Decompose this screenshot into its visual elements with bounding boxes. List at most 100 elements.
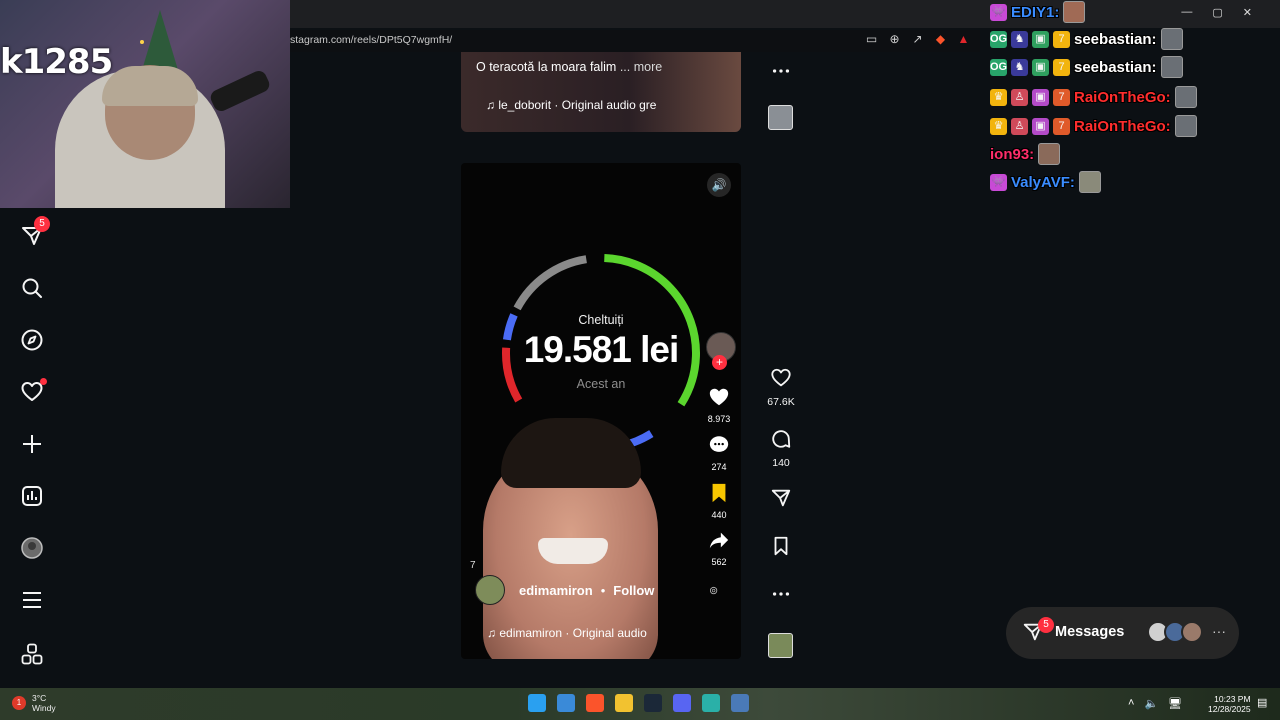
- brave-browser-icon[interactable]: [586, 694, 604, 712]
- clock-date: 12/28/2025: [1208, 704, 1251, 714]
- inner-follow-plus: +: [712, 355, 727, 370]
- sidebar-item-also-from-meta[interactable]: [20, 642, 48, 670]
- system-clock[interactable]: 10:23 PM 12/28/2025: [1208, 694, 1251, 714]
- sidebar-nav: 5: [0, 208, 68, 688]
- browser-icon[interactable]: [702, 694, 720, 712]
- messages-button[interactable]: 5 Messages ···: [1006, 607, 1239, 659]
- share-button[interactable]: [764, 487, 798, 514]
- sub-badge-icon: 7: [1053, 30, 1070, 48]
- more-options-button[interactable]: [764, 583, 798, 610]
- sidebar-item-direct-messages[interactable]: 5: [20, 216, 50, 252]
- more-options-top[interactable]: [764, 60, 798, 87]
- sidebar-item-more[interactable]: [20, 588, 48, 616]
- sidebar-item-explore[interactable]: [20, 328, 48, 356]
- gift-badge-icon: ▣: [1032, 88, 1049, 106]
- music-disc-icon: ⊚: [709, 585, 719, 597]
- gift-badge-icon: ▣: [1032, 117, 1049, 135]
- reader-mode-icon[interactable]: ▭: [864, 32, 879, 47]
- browser-toolbar-icons: ▭ ⊕ ↗ ◆ ▲: [864, 32, 971, 47]
- task-view-icon[interactable]: [557, 694, 575, 712]
- temperature: 3°C: [32, 693, 47, 703]
- maximize-button[interactable]: ▢: [1212, 6, 1222, 19]
- audio-thumbnail[interactable]: [768, 633, 793, 658]
- bookmark-icon: [774, 536, 788, 556]
- speaker-icon[interactable]: 🔈: [1144, 697, 1158, 710]
- inner-shares: 562: [699, 529, 739, 567]
- emote-image: [1160, 56, 1183, 78]
- chat-username: RaiOnTheGo:: [1074, 117, 1171, 135]
- og-badge-icon: OG: [990, 30, 1007, 48]
- bookmark-filled-icon: [712, 483, 726, 503]
- address-bar-url[interactable]: stagram.com/reels/DPt5Q7wgmfH/: [290, 34, 452, 46]
- emote-image: [1160, 28, 1183, 50]
- chat-message: OG ♞ ▣ 7 seebastian:: [990, 55, 1183, 79]
- author-username[interactable]: edimamiron: [519, 583, 593, 598]
- sidebar-item-dashboard[interactable]: [20, 484, 48, 512]
- chat-username: ValyAVF:: [1011, 173, 1075, 191]
- reel-audio-link[interactable]: ♫ edimamiron · Original audio: [487, 626, 647, 640]
- share-arrow-icon: [709, 532, 729, 549]
- previous-reel[interactable]: O teracotă la moara falim ... more ♫ le_…: [461, 52, 741, 132]
- plus-icon: [23, 435, 41, 453]
- more-link[interactable]: ... more: [620, 60, 662, 74]
- steam-icon[interactable]: [644, 694, 662, 712]
- emote-image: [1078, 171, 1101, 193]
- comment-icon: [772, 430, 791, 448]
- sidebar-item-search[interactable]: [20, 276, 48, 304]
- gift-badge-icon: ▣: [1032, 30, 1049, 48]
- sub-badge-icon: 7: [1053, 58, 1070, 76]
- file-explorer-icon[interactable]: [615, 694, 633, 712]
- badge-icon: 👾: [990, 173, 1007, 191]
- chevron-up-icon[interactable]: ˄: [1128, 697, 1134, 710]
- streamer-cap: [102, 66, 198, 106]
- messages-label: Messages: [1055, 624, 1125, 640]
- weather-widget[interactable]: 1 3°C Windy: [12, 693, 56, 713]
- badge-icon: ♙: [1011, 88, 1028, 106]
- badge-icon: ♙: [1011, 117, 1028, 135]
- save-button[interactable]: [764, 535, 798, 562]
- inner-like: 8.973: [699, 386, 739, 424]
- badge-icon: ♞: [1011, 30, 1028, 48]
- author-avatar[interactable]: [475, 575, 505, 605]
- network-icon[interactable]: 🖥: [1168, 697, 1182, 710]
- compass-icon: [21, 329, 43, 351]
- search-icon: [22, 278, 42, 298]
- sub-badge-icon: 7: [1053, 117, 1070, 135]
- music-note-icon: ♫: [486, 98, 495, 112]
- more-dots-icon: ···: [1212, 623, 1226, 639]
- discord-icon[interactable]: [673, 694, 691, 712]
- webcam-overlay: k1285: [0, 0, 290, 208]
- gauge-amount: 19.581 lei: [523, 329, 680, 370]
- like-button[interactable]: 67.6K: [764, 367, 798, 408]
- mute-button[interactable]: 🔊: [707, 173, 731, 197]
- brave-rewards-icon[interactable]: ▲: [956, 32, 971, 47]
- sidebar-item-profile[interactable]: [20, 536, 48, 564]
- zoom-icon[interactable]: ⊕: [887, 32, 902, 47]
- calculator-icon[interactable]: [731, 694, 749, 712]
- share-icon[interactable]: ↗: [910, 32, 925, 47]
- heart-filled-icon: [709, 388, 729, 406]
- chat-message: ♛ ♙ ▣ 7 RaiOnTheGo:: [990, 114, 1197, 138]
- previous-reel-audio[interactable]: ♫ le_doborit · Original audio gre: [486, 98, 656, 112]
- crown-badge-icon: ♛: [990, 88, 1007, 106]
- follow-button[interactable]: Follow: [613, 583, 654, 598]
- notification-center-icon[interactable]: ▤: [1257, 696, 1267, 709]
- comment-button[interactable]: 140: [764, 428, 798, 469]
- notification-badge: 5: [34, 216, 50, 232]
- separator-dot: •: [600, 582, 606, 598]
- sidebar-item-notifications[interactable]: [20, 378, 48, 408]
- inner-comments: 274: [699, 434, 739, 472]
- chat-message: 👾 ValyAVF:: [990, 170, 1101, 194]
- chat-message: 👾 EDIY1:: [990, 0, 1086, 24]
- previous-reel-audio-thumbnail[interactable]: [768, 105, 793, 130]
- close-button[interactable]: ✕: [1243, 6, 1252, 19]
- comment-bubble-icon: [709, 436, 729, 452]
- inner-saves: 440: [699, 482, 739, 520]
- dashboard-icon: [22, 486, 42, 506]
- gauge-top-label: Cheltuiți: [578, 313, 624, 327]
- more-dots-icon: [772, 69, 790, 73]
- sidebar-item-create[interactable]: [20, 432, 48, 460]
- minimize-button[interactable]: —: [1181, 6, 1192, 19]
- brave-shield-icon[interactable]: ◆: [933, 32, 948, 47]
- windows-start-icon[interactable]: [528, 694, 546, 712]
